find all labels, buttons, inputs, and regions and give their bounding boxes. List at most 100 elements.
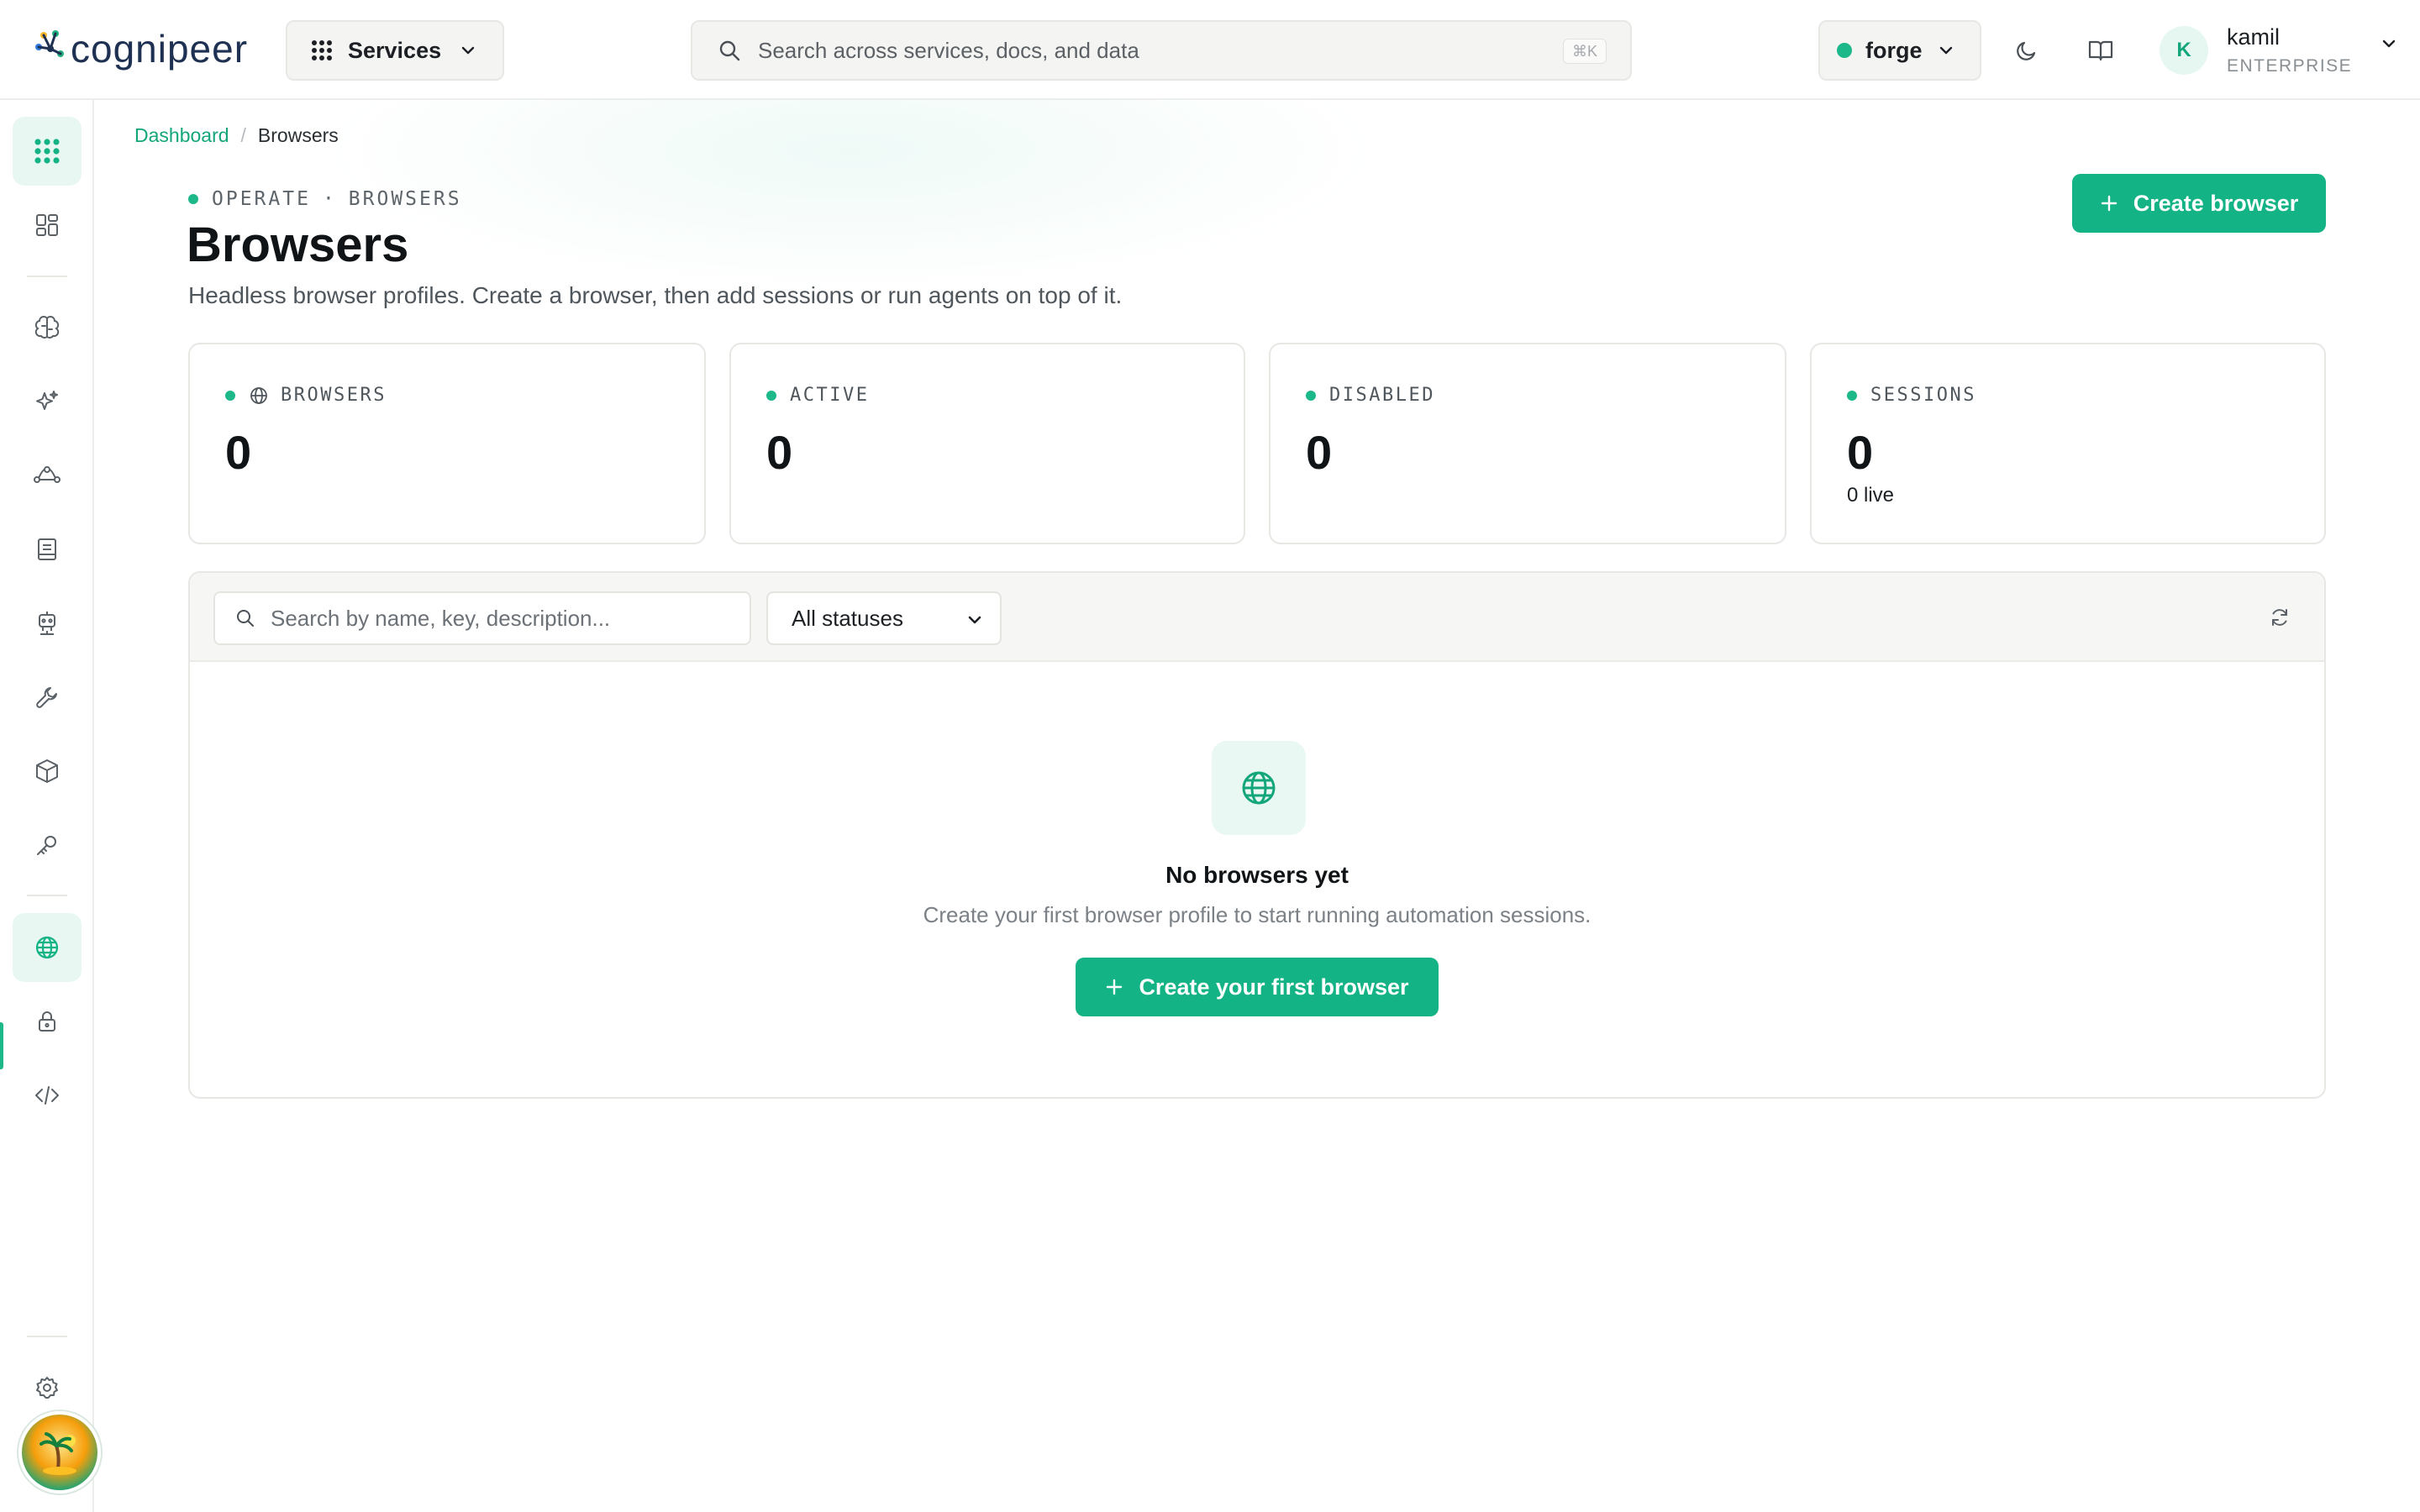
user-menu[interactable]: K kamil ENTERPRISE [2160,20,2397,81]
palm-tree-icon [39,1432,76,1475]
services-label: Services [348,37,442,63]
global-search[interactable]: ⌘K [691,20,1632,81]
code-icon [35,1086,59,1105]
eyebrow-separator: · [322,188,337,210]
sidebar-item-keys[interactable] [13,811,82,879]
sidebar-item-browsers[interactable] [13,913,82,982]
moon-icon [2017,41,2036,60]
sidebar-item-models[interactable] [13,293,82,362]
create-browser-label: Create browser [2133,190,2299,216]
grid-dots-icon [34,139,60,164]
breadcrumb-dashboard-link[interactable]: Dashboard [134,124,229,147]
refresh-button[interactable] [2265,603,2294,632]
sidebar-item-vault[interactable] [13,987,82,1056]
key-icon [37,836,56,855]
stat-label: ACTIVE [766,385,869,406]
page-eyebrow: OPERATE · BROWSERS [188,188,462,210]
grid-dots-icon [312,40,332,60]
empty-state-icon-tile [1212,741,1306,835]
sidebar-item-tools[interactable] [13,663,82,732]
breadcrumb-separator: / [240,124,246,146]
stat-label-text: BROWSERS [281,385,387,406]
search-icon [719,40,740,61]
status-filter-value: All statuses [792,605,903,631]
active-indicator [0,1022,3,1069]
breadcrumb-current: Browsers [257,124,339,146]
workspace-switcher[interactable]: forge [1818,20,1981,81]
stat-label: BROWSERS [225,385,387,406]
globe-icon [1242,771,1276,805]
rail-divider [27,276,67,277]
status-filter-select[interactable]: All statuses [766,591,1002,645]
workspace-name: forge [1865,37,1923,63]
sidebar-item-docs[interactable] [13,515,82,584]
chevron-down-icon [968,616,981,624]
stat-dot [1847,390,1857,401]
search-shortcut-badge: ⌘K [1562,39,1607,64]
brain-icon [34,316,60,339]
user-name: kamil [2227,24,2281,50]
user-plan: ENTERPRISE [2227,55,2353,76]
stat-dot [1306,390,1316,401]
chevron-down-icon [1939,46,1952,55]
global-search-input[interactable] [758,37,1514,64]
filter-search[interactable] [213,591,751,645]
eyebrow-section: OPERATE [212,188,311,210]
filter-search-input[interactable] [271,605,741,632]
top-bar: cognipeer Services ⌘K forge [0,0,2420,100]
browsers-panel: All statuses No browsers yet Create your… [188,571,2326,1099]
flow-icon [34,466,60,483]
logo-text: cognipeer [71,27,249,71]
dashboard-icon [36,214,58,236]
stat-card-browsers: BROWSERS 0 [188,343,706,544]
create-first-browser-label: Create your first browser [1139,974,1409,1000]
stat-dot [225,390,235,401]
stat-label-text: SESSIONS [1870,385,1976,406]
stat-label: DISABLED [1306,385,1435,406]
sidebar-item-settings[interactable] [13,1353,82,1422]
notebook-icon [38,538,56,560]
refresh-icon [2272,609,2287,626]
globe-icon [35,936,59,959]
stat-value: 0 [1847,426,1874,479]
stat-card-sessions: SESSIONS 0 0 live [1810,343,2326,544]
page-subtitle: Headless browser profiles. Create a brow… [188,282,1123,308]
gear-icon [36,1377,58,1399]
stat-card-active: ACTIVE 0 [729,343,1245,544]
robot-icon [39,612,55,635]
sidebar-item-apps[interactable] [13,117,82,186]
stat-value: 0 [766,426,793,479]
logo-mark-icon [35,30,64,57]
eyebrow-dot [188,194,198,204]
page-title: Browsers [187,218,409,272]
stat-label-text: ACTIVE [790,385,870,406]
sidebar-item-agents[interactable] [13,589,82,658]
create-browser-button[interactable]: Create browser [2072,174,2326,233]
rail-divider [27,1336,67,1337]
rail-divider [27,895,67,896]
empty-state-text: Create your first browser profile to sta… [923,902,1591,927]
cognipeer-logo[interactable]: cognipeer [34,20,248,77]
sidebar-item-packages[interactable] [13,737,82,806]
docs-button[interactable] [2082,32,2119,69]
create-first-browser-button[interactable]: Create your first browser [1076,958,1439,1016]
eyebrow-page: BROWSERS [348,188,462,210]
lock-icon [39,1011,55,1032]
stat-sub: 0 live [1847,484,1895,507]
profile-avatar[interactable] [18,1411,101,1494]
services-menu-button[interactable]: Services [286,20,504,81]
sidebar-item-code[interactable] [13,1061,82,1130]
user-info: kamil ENTERPRISE [2227,24,2352,77]
sidebar-item-flows[interactable] [13,441,82,510]
filter-toolbar: All statuses [190,573,2324,662]
box-icon [36,759,58,783]
workspace-status-dot [1837,43,1852,58]
theme-toggle-button[interactable] [2008,32,2045,69]
chevron-down-icon [2383,39,2396,48]
wrench-icon [36,687,57,708]
user-avatar: K [2160,26,2208,75]
plus-icon [2101,195,2117,212]
sidebar-item-ai[interactable] [13,367,82,436]
stat-label-text: DISABLED [1329,385,1435,406]
sidebar-item-dashboard[interactable] [13,191,82,260]
